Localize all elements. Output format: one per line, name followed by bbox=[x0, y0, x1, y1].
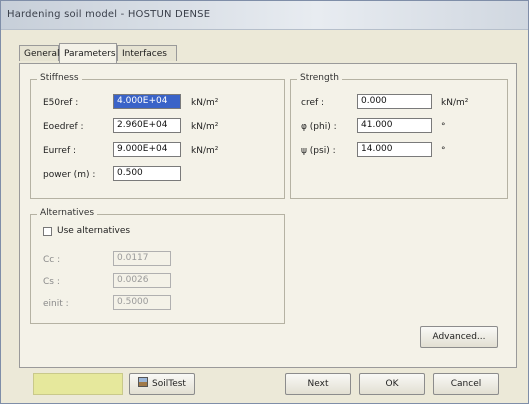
psi-unit: ° bbox=[441, 146, 446, 156]
eoed-field[interactable]: 2.960E+04 bbox=[113, 118, 181, 133]
psi-field[interactable]: 14.000 bbox=[357, 142, 432, 157]
alternatives-group: Alternatives Use alternatives Cc : 0.011… bbox=[30, 208, 285, 324]
dialog-window: Hardening soil model - HOSTUN DENSE Gene… bbox=[0, 0, 529, 404]
tab-interfaces[interactable]: Interfaces bbox=[117, 45, 177, 61]
cs-field[interactable]: 0.0026 bbox=[113, 273, 171, 288]
eur-label: Eurref : bbox=[43, 146, 77, 156]
alternatives-title: Alternatives bbox=[37, 208, 98, 218]
cc-label: Cc : bbox=[43, 255, 61, 265]
soil-icon bbox=[138, 377, 149, 387]
advanced-button[interactable]: Advanced... bbox=[420, 326, 498, 348]
softest-button-label: SoilTest bbox=[152, 379, 186, 389]
use-alternatives-checkbox[interactable] bbox=[43, 227, 52, 236]
status-indicator bbox=[33, 373, 123, 395]
eoed-unit: kN/m² bbox=[191, 122, 219, 132]
cref-unit: kN/m² bbox=[441, 98, 469, 108]
cc-field[interactable]: 0.0117 bbox=[113, 251, 171, 266]
einit-label: einit : bbox=[43, 299, 69, 309]
title-bar[interactable]: Hardening soil model - HOSTUN DENSE bbox=[1, 1, 528, 30]
strength-group: Strength cref : 0.000 kN/m² φ (phi) : 41… bbox=[290, 73, 508, 199]
cref-field[interactable]: 0.000 bbox=[357, 94, 432, 109]
stiffness-title: Stiffness bbox=[37, 73, 82, 83]
cs-label: Cs : bbox=[43, 277, 60, 287]
einit-field[interactable]: 0.5000 bbox=[113, 295, 171, 310]
e50-field[interactable]: 4.000E+04 bbox=[113, 94, 181, 109]
cancel-button[interactable]: Cancel bbox=[433, 373, 499, 395]
eur-unit: kN/m² bbox=[191, 146, 219, 156]
eoed-label: Eoedref : bbox=[43, 122, 84, 132]
power-field[interactable]: 0.500 bbox=[113, 166, 181, 181]
e50-unit: kN/m² bbox=[191, 98, 219, 108]
window-title: Hardening soil model - HOSTUN DENSE bbox=[7, 9, 211, 20]
phi-label: φ (phi) : bbox=[301, 122, 337, 132]
parameters-panel: Stiffness E50ref : 4.000E+04 kN/m² Eoedr… bbox=[19, 63, 517, 368]
phi-field[interactable]: 41.000 bbox=[357, 118, 432, 133]
power-label: power (m) : bbox=[43, 170, 96, 180]
stiffness-group: Stiffness E50ref : 4.000E+04 kN/m² Eoedr… bbox=[30, 73, 285, 199]
ok-button[interactable]: OK bbox=[359, 373, 425, 395]
eur-field[interactable]: 9.000E+04 bbox=[113, 142, 181, 157]
softest-button[interactable]: SoilTest bbox=[129, 373, 195, 395]
e50-label: E50ref : bbox=[43, 98, 79, 108]
tab-general[interactable]: General bbox=[19, 45, 59, 61]
psi-label: ψ (psi) : bbox=[301, 146, 336, 156]
next-button[interactable]: Next bbox=[285, 373, 351, 395]
cref-label: cref : bbox=[301, 98, 325, 108]
tab-parameters[interactable]: Parameters bbox=[59, 43, 117, 63]
phi-unit: ° bbox=[441, 122, 446, 132]
strength-title: Strength bbox=[297, 73, 342, 83]
use-alternatives-label[interactable]: Use alternatives bbox=[57, 226, 130, 236]
